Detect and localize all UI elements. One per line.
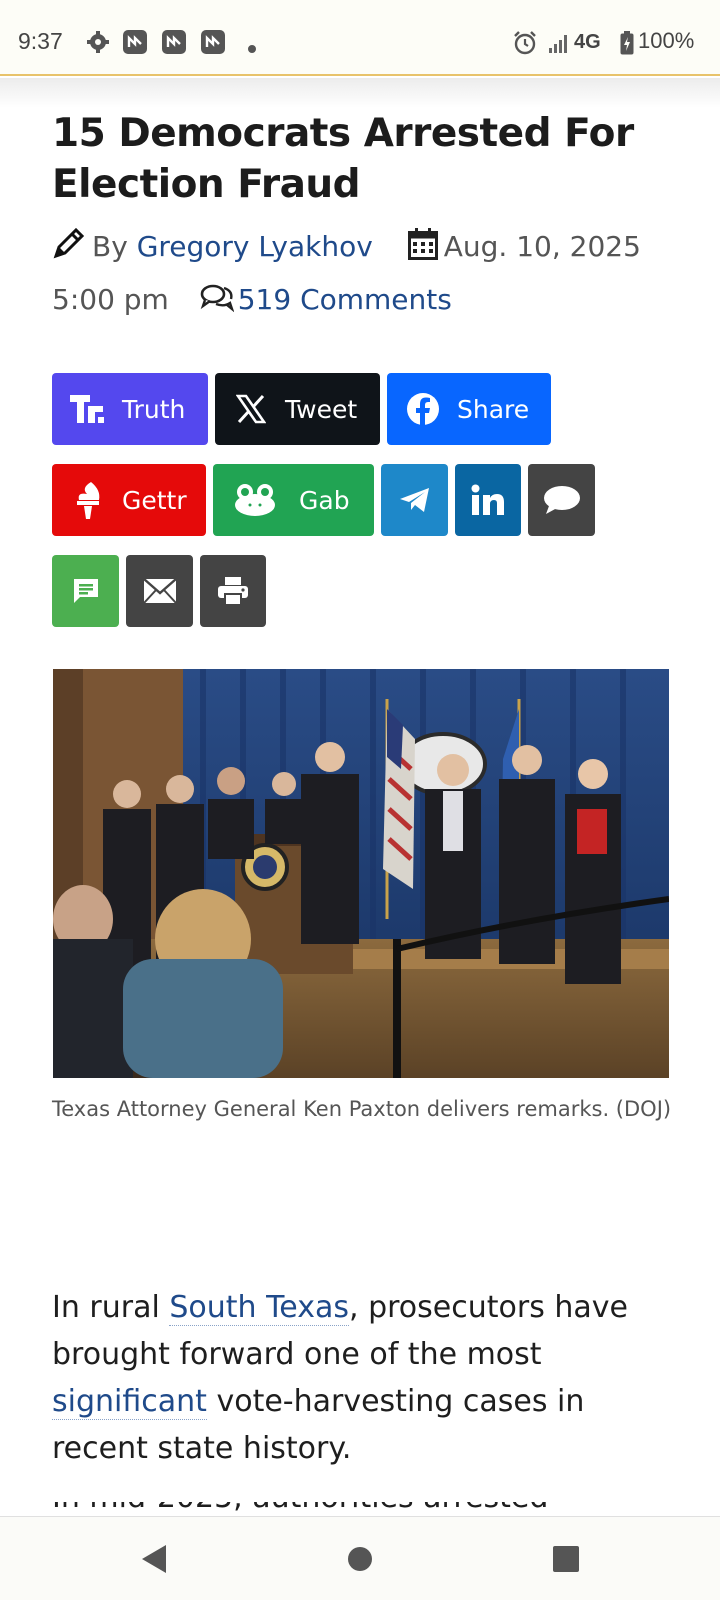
- status-bar: 9:37 4G 100%: [0, 0, 720, 76]
- gettr-label: Gettr: [122, 485, 187, 515]
- truth-label: Truth: [122, 394, 186, 424]
- app-notification-icon: [162, 30, 186, 54]
- paragraph-text: In rural: [52, 1290, 170, 1325]
- home-button[interactable]: [340, 1539, 380, 1579]
- significant-link[interactable]: significant: [52, 1384, 207, 1420]
- partial-text: In mid-2025, authorities arrested: [52, 1502, 652, 1515]
- speech-bubble-icon: [542, 480, 582, 520]
- x-logo-icon: [231, 389, 271, 429]
- by-label: By: [92, 230, 128, 263]
- pencil-icon: [52, 226, 86, 271]
- gab-label: Gab: [299, 485, 350, 515]
- printer-icon: [213, 571, 253, 611]
- tweet-label: Tweet: [285, 394, 358, 424]
- facebook-icon: [403, 389, 443, 429]
- app-notification-icon: [123, 30, 147, 54]
- truth-social-icon: [68, 389, 108, 429]
- south-texas-link[interactable]: South Texas: [169, 1290, 349, 1326]
- calendar-icon: [407, 228, 438, 271]
- next-paragraph-partial: In mid-2025, authorities arrested: [52, 1502, 652, 1516]
- gab-frog-icon: [233, 480, 277, 520]
- comment-share-button[interactable]: [528, 464, 595, 536]
- article-time: 5:00 pm: [52, 283, 169, 316]
- print-button[interactable]: [200, 555, 266, 627]
- status-time: 9:37: [18, 28, 63, 54]
- battery-level: 100%: [638, 28, 695, 53]
- recents-button[interactable]: [546, 1539, 586, 1579]
- article-title: 15 Democrats Arrested For Election Fraud: [52, 111, 634, 207]
- gettr-share-button[interactable]: Gettr: [52, 464, 206, 536]
- article-meta: By Gregory Lyakhov Aug. 10, 2025: [52, 226, 641, 271]
- linkedin-icon: [468, 480, 508, 520]
- email-share-button[interactable]: [126, 555, 193, 627]
- alarm-icon: [512, 30, 538, 60]
- gab-share-button[interactable]: Gab: [213, 464, 374, 536]
- truth-share-button[interactable]: Truth: [52, 373, 208, 445]
- article-photo: [53, 669, 669, 1078]
- settings-icon: [86, 30, 110, 58]
- header-shadow: [0, 78, 720, 108]
- dot-icon: [248, 38, 256, 57]
- battery-icon: [620, 31, 634, 59]
- signal-icon: [548, 32, 570, 58]
- facebook-share-label: Share: [457, 394, 530, 424]
- article-meta-row2: 5:00 pm 519 Comments: [52, 280, 452, 324]
- message-icon: [66, 571, 106, 611]
- back-button[interactable]: [134, 1539, 174, 1579]
- comments-link[interactable]: 519 Comments: [238, 283, 452, 316]
- author-link[interactable]: Gregory Lyakhov: [137, 230, 373, 263]
- photo-caption: Texas Attorney General Ken Paxton delive…: [52, 1097, 672, 1121]
- sms-share-button[interactable]: [52, 555, 119, 627]
- telegram-share-button[interactable]: [381, 464, 448, 536]
- network-type: 4G: [574, 31, 601, 53]
- facebook-share-button[interactable]: Share: [387, 373, 551, 445]
- comments-icon: [200, 283, 235, 324]
- system-nav-bar: [0, 1516, 720, 1600]
- envelope-icon: [140, 571, 180, 611]
- tweet-button[interactable]: Tweet: [215, 373, 380, 445]
- article-date: Aug. 10, 2025: [443, 230, 641, 263]
- linkedin-share-button[interactable]: [455, 464, 521, 536]
- telegram-icon: [395, 480, 435, 520]
- app-notification-icon: [201, 30, 225, 54]
- gettr-icon: [68, 480, 108, 520]
- article-paragraph: In rural South Texas, prosecutors have b…: [52, 1284, 672, 1472]
